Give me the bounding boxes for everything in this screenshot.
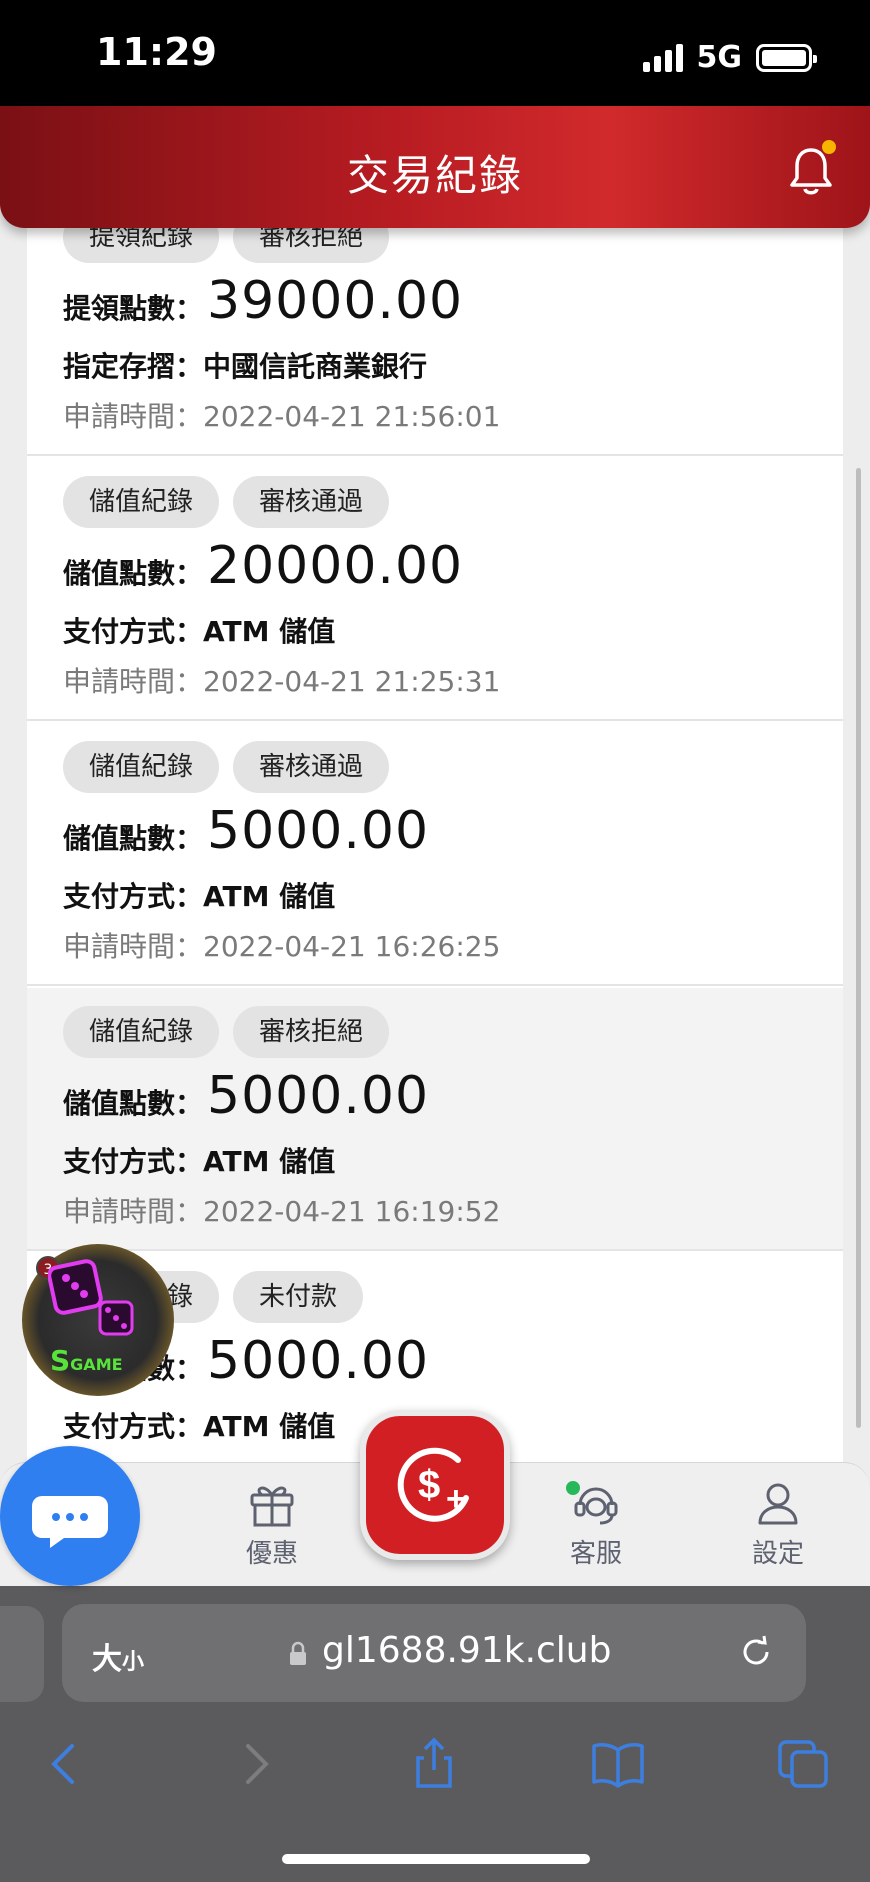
chat-bubble-icon <box>32 1496 108 1548</box>
chat-button[interactable] <box>0 1446 140 1586</box>
transaction-card[interactable]: 儲值紀錄 審核拒絕 儲值點數： 5000.00 支付方式：ATM 儲值 申請時間… <box>27 988 843 1251</box>
deposit-button[interactable]: $ + <box>360 1410 510 1560</box>
nav-item-service[interactable]: 客服 <box>536 1477 656 1570</box>
page-title: 交易紀錄 <box>346 151 523 200</box>
method-label: 指定存摺： <box>63 350 204 383</box>
network-type: 5G <box>696 40 743 75</box>
record-status-tag: 審核通過 <box>233 476 390 528</box>
share-icon[interactable] <box>406 1736 462 1792</box>
amount-value: 5000.00 <box>207 801 430 861</box>
time-label: 申請時間： <box>63 930 204 963</box>
amount-value: 39000.00 <box>207 271 464 331</box>
method-value: ATM 儲值 <box>203 1410 336 1443</box>
time-label: 申請時間： <box>63 400 204 433</box>
tabs-icon[interactable] <box>776 1736 832 1792</box>
app-header: 交易紀錄 <box>0 106 870 228</box>
status-indicators: 5G <box>642 40 817 75</box>
svg-text:$: $ <box>418 1463 440 1507</box>
time-value: 2022-04-21 21:25:31 <box>203 665 501 698</box>
scrollbar[interactable] <box>856 468 861 1428</box>
method-value: ATM 儲值 <box>203 615 336 648</box>
dice-icon <box>48 1259 134 1336</box>
lock-icon <box>290 1641 306 1665</box>
amount-value: 20000.00 <box>207 536 464 596</box>
browser-toolbar <box>0 1726 870 1806</box>
amount-label: 提領點數： <box>63 292 204 325</box>
method-label: 支付方式： <box>63 880 204 913</box>
battery-icon <box>756 43 817 72</box>
amount-value: 5000.00 <box>207 1066 430 1126</box>
forward-icon[interactable] <box>226 1736 282 1792</box>
time-value: 2022-04-21 16:26:25 <box>203 930 501 963</box>
user-icon <box>758 1483 798 1525</box>
amount-label: 儲值點數： <box>63 557 204 590</box>
record-type-tag: 儲值紀錄 <box>63 476 220 528</box>
transaction-card[interactable]: 提領紀錄 審核拒絕 提領點數： 39000.00 指定存摺：中國信託商業銀行 申… <box>27 228 843 456</box>
time-label: 申請時間： <box>63 665 204 698</box>
floating-game-button[interactable]: 3 SGAME <box>22 1244 174 1396</box>
deposit-dollar-icon: $ + <box>397 1447 469 1522</box>
url-text: gl1688.91k.club <box>322 1630 612 1671</box>
amount-value: 5000.00 <box>207 1331 430 1391</box>
record-type-tag: 提領紀錄 <box>63 228 220 263</box>
bell-icon[interactable] <box>788 140 836 198</box>
text-size-button[interactable]: 大小 <box>92 1634 144 1678</box>
nav-item-promo[interactable]: 優惠 <box>212 1477 332 1570</box>
gift-icon <box>250 1486 294 1527</box>
transaction-card[interactable]: 儲值紀錄 審核通過 儲值點數： 20000.00 支付方式：ATM 儲值 申請時… <box>27 458 843 721</box>
status-time: 11:29 <box>96 30 217 74</box>
method-value: ATM 儲值 <box>203 880 336 913</box>
record-status-tag: 未付款 <box>233 1271 364 1323</box>
record-status-tag: 審核拒絕 <box>233 1006 390 1058</box>
record-type-tag: 儲值紀錄 <box>63 741 220 793</box>
game-logo: SGAME <box>50 1344 123 1377</box>
method-label: 支付方式： <box>63 615 204 648</box>
nav-label-settings: 設定 <box>751 1539 804 1569</box>
record-status-tag: 審核通過 <box>233 741 390 793</box>
method-value: 中國信託商業銀行 <box>203 350 428 383</box>
time-value: 2022-04-21 16:19:52 <box>203 1195 501 1228</box>
time-value: 2022-04-21 21:56:01 <box>203 400 501 433</box>
reload-icon[interactable] <box>736 1632 776 1672</box>
transaction-card[interactable]: 儲值紀錄 審核通過 儲值點數： 5000.00 支付方式：ATM 儲值 申請時間… <box>27 723 843 986</box>
method-label: 支付方式： <box>63 1145 204 1178</box>
online-status-dot <box>566 1481 580 1495</box>
status-bar: 11:29 5G <box>0 0 870 108</box>
notification-dot <box>822 140 836 154</box>
nav-label-promo: 優惠 <box>245 1539 298 1569</box>
method-label: 支付方式： <box>63 1410 204 1443</box>
back-icon[interactable] <box>38 1736 94 1792</box>
browser-chrome: 大小 gl1688.91k.club <box>0 1586 870 1882</box>
amount-label: 儲值點數： <box>63 1087 204 1120</box>
nav-label-service: 客服 <box>569 1539 622 1569</box>
signal-icon <box>642 43 683 72</box>
method-value: ATM 儲值 <box>203 1145 336 1178</box>
bookmarks-icon[interactable] <box>590 1736 646 1792</box>
address-bar[interactable]: 大小 gl1688.91k.club <box>62 1604 806 1702</box>
nav-item-settings[interactable]: 設定 <box>718 1477 838 1570</box>
home-indicator[interactable] <box>282 1854 590 1864</box>
record-status-tag: 審核拒絕 <box>233 228 390 263</box>
svg-text:+: + <box>446 1480 466 1518</box>
record-type-tag: 儲值紀錄 <box>63 1006 220 1058</box>
amount-label: 儲值點數： <box>63 822 204 855</box>
time-label: 申請時間： <box>63 1195 204 1228</box>
previous-tab-preview[interactable] <box>0 1606 44 1702</box>
